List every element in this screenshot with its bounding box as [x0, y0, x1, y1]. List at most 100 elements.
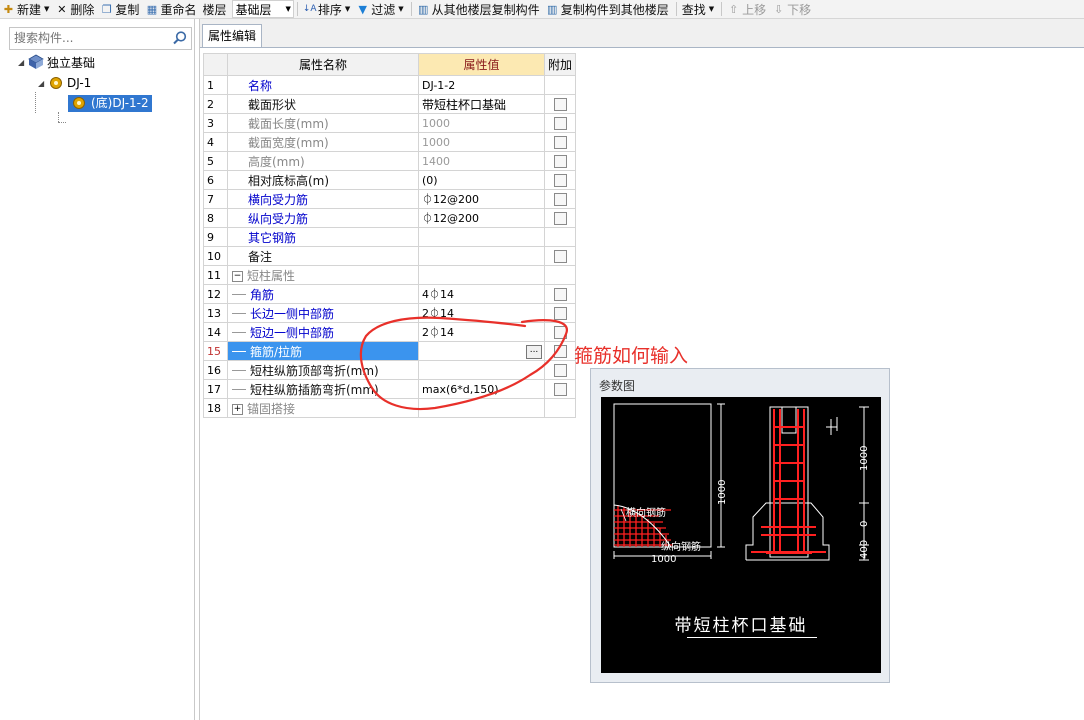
collapse-icon[interactable]: ◢	[18, 58, 28, 67]
property-value[interactable]: 4⏀14	[420, 288, 454, 301]
extra-checkbox[interactable]	[553, 250, 567, 263]
table-row[interactable]: 10 备注	[203, 246, 576, 266]
table-row[interactable]: 3 截面长度(mm) 1000	[203, 113, 576, 133]
property-value[interactable]: 1000	[420, 117, 450, 130]
tree-connector	[58, 112, 60, 122]
table-row[interactable]: 18 + 锚固搭接	[203, 398, 576, 418]
table-row[interactable]: 1 名称 DJ-1-2	[203, 75, 576, 95]
find-button[interactable]: 查找 ▼	[680, 0, 718, 18]
property-value[interactable]: 2⏀14	[420, 326, 454, 339]
table-row[interactable]: 17 短柱纵筋插筋弯折(mm) max(6*d,150)	[203, 379, 576, 399]
diagram-caption: 带短柱杯口基础	[674, 616, 808, 636]
extra-checkbox[interactable]	[553, 307, 567, 320]
tree-connector	[35, 92, 37, 113]
property-value[interactable]: max(6*d,150)	[420, 383, 499, 396]
property-grid: 属性名称 属性值 附加 1 名称 DJ-1-2 2 截面形状 带短柱杯口基础 3	[203, 53, 576, 418]
toolbar-divider	[675, 2, 677, 16]
property-value[interactable]	[420, 344, 423, 357]
table-row[interactable]: 16 短柱纵筋顶部弯折(mm)	[203, 360, 576, 380]
property-name: 短柱纵筋插筋弯折(mm)	[250, 382, 379, 397]
extra-checkbox[interactable]	[553, 174, 567, 187]
table-row[interactable]: 14 短边一侧中部筋 2⏀14	[203, 322, 576, 342]
property-name: 纵向受力筋	[248, 211, 309, 226]
table-row[interactable]: 13 长边一侧中部筋 2⏀14	[203, 303, 576, 323]
extra-checkbox[interactable]	[553, 364, 567, 377]
chevron-down-icon: ▼	[285, 5, 291, 13]
table-row[interactable]: 5 高度(mm) 1400	[203, 151, 576, 171]
collapse-icon[interactable]: ◢	[38, 79, 48, 88]
extra-checkbox[interactable]	[553, 98, 567, 111]
table-row[interactable]: 6 相对底标高(m) (0)	[203, 170, 576, 190]
property-name: 相对底标高(m)	[248, 173, 330, 188]
table-row[interactable]: 12 角筋 4⏀14	[203, 284, 576, 304]
copy-icon: ❐	[101, 2, 112, 16]
chevron-down-icon: ▼	[708, 5, 715, 13]
property-name: 锚固搭接	[247, 401, 296, 416]
main-toolbar: ✚ 新建 ▼ ✕ 删除 ❐ 复制 ▦ 重命名 楼层 基础层 ▼ ↓A 排序 ▼ ▼ …	[0, 0, 1084, 19]
search-icon[interactable]	[172, 30, 188, 46]
move-up-button[interactable]: ⇧ 上移	[725, 0, 770, 18]
sort-az-icon: ↓A	[302, 3, 317, 14]
property-name: 长边一侧中部筋	[250, 306, 335, 321]
header-no	[203, 53, 228, 76]
property-value[interactable]: 带短柱杯口基础	[420, 98, 506, 112]
extra-checkbox[interactable]	[553, 193, 567, 206]
delete-button[interactable]: ✕ 删除	[53, 0, 98, 18]
collapse-icon[interactable]: −	[232, 270, 243, 282]
chevron-down-icon: ▼	[398, 5, 404, 13]
rename-button[interactable]: ▦ 重命名	[143, 0, 200, 18]
search-input[interactable]	[10, 28, 172, 47]
label-transverse-rebar: 横向钢筋	[626, 506, 666, 519]
table-row[interactable]: 8 纵向受力筋 ⏀12@200	[203, 208, 576, 228]
table-row[interactable]: 7 横向受力筋 ⏀12@200	[203, 189, 576, 209]
floor-label: 楼层	[202, 2, 227, 17]
gear-icon	[73, 97, 85, 109]
tree-connector	[58, 122, 66, 124]
extra-checkbox[interactable]	[553, 326, 567, 339]
property-value[interactable]: DJ-1-2	[420, 79, 455, 92]
extra-checkbox[interactable]	[553, 345, 567, 358]
tree-node-dj1[interactable]: ◢ DJ-1	[38, 74, 91, 92]
extra-checkbox[interactable]	[553, 136, 567, 149]
property-value[interactable]: ⏀12@200	[420, 193, 479, 206]
expand-icon[interactable]: +	[232, 403, 243, 415]
new-button[interactable]: ✚ 新建 ▼	[0, 0, 53, 18]
table-row[interactable]: 2 截面形状 带短柱杯口基础	[203, 94, 576, 114]
property-value[interactable]	[420, 364, 423, 377]
extra-checkbox[interactable]	[553, 288, 567, 301]
panel-title: 参数图	[599, 379, 636, 393]
property-name: 短边一侧中部筋	[250, 325, 335, 340]
tree-node-dj1-2[interactable]: (底)DJ-1-2	[68, 94, 152, 112]
filter-button[interactable]: ▼ 过滤 ▼	[354, 0, 407, 18]
move-down-button[interactable]: ⇩ 下移	[770, 0, 815, 18]
table-row[interactable]: 4 截面宽度(mm) 1000	[203, 132, 576, 152]
extra-checkbox[interactable]	[553, 155, 567, 168]
table-row[interactable]: 11 − 短柱属性	[203, 265, 576, 285]
property-value[interactable]: (0)	[420, 174, 438, 187]
extra-checkbox[interactable]	[553, 117, 567, 130]
floor-select[interactable]: 基础层 ▼	[232, 0, 294, 18]
property-value[interactable]: ⏀12@200	[420, 212, 479, 225]
table-row-selected[interactable]: 15 箍筋/拉筋 ...	[203, 341, 576, 361]
property-value[interactable]: 1000	[420, 136, 450, 149]
property-value[interactable]	[420, 250, 423, 263]
property-value[interactable]	[420, 231, 423, 244]
copy-from-floor-icon: ▥	[417, 2, 429, 16]
header-value: 属性值	[418, 53, 545, 76]
copy-from-floor-button[interactable]: ▥ 从其他楼层复制构件	[415, 0, 544, 18]
property-value[interactable]: 2⏀14	[420, 307, 454, 320]
tab-property-edit[interactable]: 属性编辑	[202, 24, 263, 47]
ellipsis-button[interactable]: ...	[526, 345, 542, 359]
copy-button[interactable]: ❐ 复制	[98, 0, 143, 18]
table-row[interactable]: 9 其它钢筋	[203, 227, 576, 247]
property-name: 横向受力筋	[248, 192, 309, 207]
property-value[interactable]: 1400	[420, 155, 450, 168]
copy-to-floor-button[interactable]: ▥ 复制构件到其他楼层	[544, 0, 673, 18]
sort-button[interactable]: ↓A 排序 ▼	[301, 0, 354, 18]
stirrup-value-cell[interactable]: ...	[418, 341, 545, 361]
property-name: 名称	[248, 78, 273, 93]
extra-checkbox[interactable]	[553, 212, 567, 225]
property-name: 高度(mm)	[248, 154, 305, 169]
tree-node-root[interactable]: ◢ 独立基础	[18, 53, 95, 71]
extra-checkbox[interactable]	[553, 383, 567, 396]
